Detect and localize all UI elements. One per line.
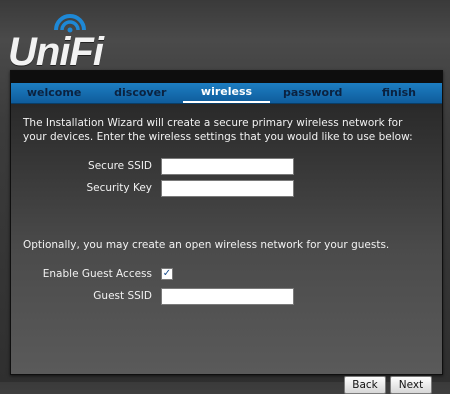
tab-wireless[interactable]: wireless — [183, 83, 270, 103]
secure-ssid-label: Secure SSID — [88, 160, 152, 172]
tab-finish[interactable]: finish — [356, 83, 442, 103]
guest-access-row: Enable Guest Access ✓ — [11, 266, 442, 284]
guest-ssid-input[interactable] — [161, 288, 294, 305]
wizard-tabs: welcome discover wireless password finis… — [11, 83, 442, 104]
tab-password[interactable]: password — [270, 83, 356, 103]
secure-ssid-input[interactable] — [161, 158, 294, 175]
unifi-logo-text: UniFi — [8, 30, 104, 74]
next-button[interactable]: Next — [390, 376, 432, 394]
wizard-content: The Installation Wizard will create a se… — [11, 104, 442, 394]
optional-text: Optionally, you may create an open wirel… — [23, 239, 390, 251]
security-key-input[interactable] — [161, 180, 294, 197]
panel-top-bar — [11, 71, 442, 83]
guest-access-checkbox[interactable]: ✓ — [161, 268, 173, 280]
secure-ssid-row: Secure SSID — [11, 158, 442, 176]
guest-ssid-row: Guest SSID — [11, 288, 442, 306]
intro-text: The Installation Wizard will create a se… — [23, 117, 413, 143]
tab-welcome[interactable]: welcome — [11, 83, 97, 103]
tab-discover[interactable]: discover — [97, 83, 183, 103]
guest-access-label: Enable Guest Access — [42, 268, 152, 280]
security-key-row: Security Key — [11, 180, 442, 198]
back-button[interactable]: Back — [344, 376, 386, 394]
guest-ssid-label: Guest SSID — [93, 290, 152, 302]
wizard-panel: welcome discover wireless password finis… — [10, 70, 443, 394]
security-key-label: Security Key — [86, 182, 153, 194]
unifi-logo: UniFi — [8, 8, 128, 74]
